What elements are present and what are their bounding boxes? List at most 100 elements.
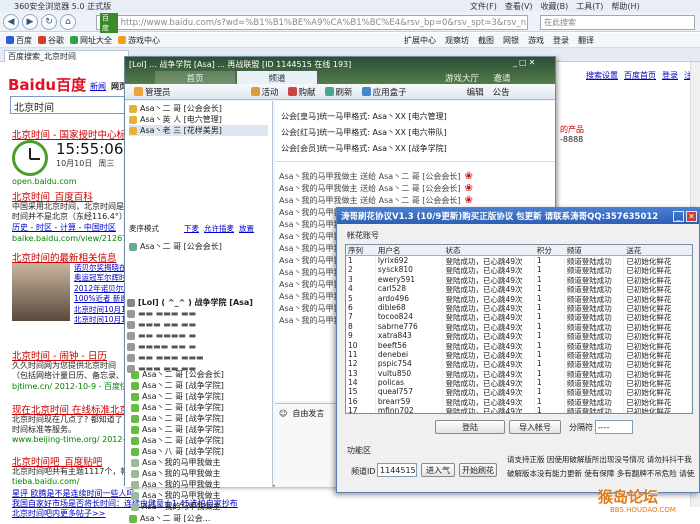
- refresh-button[interactable]: 刷新: [324, 86, 353, 98]
- refresh-icon[interactable]: ↻: [41, 13, 57, 30]
- tool-screenshot[interactable]: 截图: [478, 35, 494, 46]
- close-icon[interactable]: ✕: [686, 210, 697, 222]
- table-row[interactable]: 16 brearr59 登陆成功，已心跳49次 1 频道登陆成功 已初始化鲜花: [346, 396, 692, 407]
- mic-allow[interactable]: 允许插麦: [204, 223, 234, 234]
- mic-place[interactable]: 放置: [239, 223, 254, 234]
- game-lobby[interactable]: 游戏大厅: [437, 71, 487, 85]
- tool-games[interactable]: 游戏: [528, 35, 544, 46]
- mic-user[interactable]: Asa丶二 哥 [公会会长]: [129, 241, 222, 252]
- table-row[interactable]: 17 mfinn702 登陆成功，已心跳49次 1 频道登陆成功 已初始化鲜花: [346, 406, 692, 413]
- channel-item[interactable]: ▬▬ ▬▬▬▬ ▬: [127, 330, 271, 341]
- member-item[interactable]: Asa丶二 哥 [战争学院]: [131, 413, 271, 424]
- table-row[interactable]: 11 denebei 登陆成功，已心跳49次 1 频道登陆成功 已初始化鲜花: [346, 349, 692, 360]
- table-row[interactable]: 10 beeft56 登陆成功，已心跳49次 1 频道登陆成功 已初始化鲜花: [346, 340, 692, 350]
- table-row[interactable]: 12 pspic754 登陆成功，已心跳49次 1 频道登陆成功 已初始化鲜花: [346, 359, 692, 369]
- minimize-icon[interactable]: _: [513, 58, 517, 67]
- news-photo[interactable]: [12, 263, 70, 321]
- news-item[interactable]: 100%近者 新闻: [74, 294, 126, 304]
- menu-file[interactable]: 文件(F): [470, 1, 497, 12]
- tool-observe[interactable]: 观察坊: [445, 35, 469, 46]
- news-item[interactable]: 2012年诺贝尔文学: [74, 284, 126, 294]
- table-row[interactable]: 2 sysck810 登陆成功，已心跳49次 1 频道登陆成功 已初始化鲜花: [346, 265, 692, 275]
- join-button[interactable]: 进入气: [421, 463, 455, 477]
- menu-tools[interactable]: 工具(T): [576, 1, 603, 12]
- import-button[interactable]: 导入帐号: [509, 420, 561, 434]
- search-input[interactable]: 在此搜索: [540, 15, 695, 30]
- tab-baidu[interactable]: 百度搜索_北京时间: [4, 50, 129, 62]
- link-login[interactable]: 登录: [662, 70, 678, 81]
- tab-home[interactable]: 首页: [155, 71, 235, 85]
- fav-baidu[interactable]: 百度: [6, 35, 32, 46]
- result-sublinks[interactable]: 历史 - 时区 - 计算 - 中国时区: [12, 222, 124, 233]
- menu-view[interactable]: 查看(V): [505, 1, 533, 12]
- channel-item[interactable]: ▬▬ ▬▬▬ ▬▬: [127, 308, 271, 319]
- appbox-button[interactable]: 应用盒子: [361, 86, 407, 98]
- channel-id-input[interactable]: 1144515: [377, 463, 417, 477]
- news-item[interactable]: 北京时间10月11: [74, 305, 126, 315]
- table-row[interactable]: 1 lyrix692 登陆成功，已心跳49次 1 频道登陆成功 已初始化鲜花: [346, 256, 692, 266]
- table-row[interactable]: 5 ardo496 登陆成功，已心跳49次 1 频道登陆成功 已初始化鲜花: [346, 293, 692, 303]
- table-row[interactable]: 4 carl528 登陆成功，已心跳49次 1 频道登陆成功 已初始化鲜花: [346, 284, 692, 294]
- admin-item[interactable]: Asa丶英 人 [电六管理]: [129, 114, 268, 125]
- table-row[interactable]: 3 ewery591 登陆成功，已心跳49次 1 频道登陆成功 已初始化鲜花: [346, 274, 692, 285]
- member-item[interactable]: Asa丶二 哥 [公会会长]: [131, 369, 271, 380]
- admin-button[interactable]: 管理员: [134, 86, 171, 98]
- fav-hao[interactable]: 网址大全: [70, 35, 112, 46]
- start-flower-button[interactable]: 开始刷花: [459, 463, 497, 477]
- baidu-logo[interactable]: Baidu百度: [8, 74, 86, 95]
- fav-games[interactable]: 游戏中心: [118, 35, 160, 46]
- table-row[interactable]: 13 vultu850 登陆成功，已心跳49次 1 频道登陆成功 已初始化鲜花: [346, 368, 692, 379]
- address-url[interactable]: http://www.baidu.com/s?wd=%B1%B1%BE%A9%C…: [121, 18, 527, 28]
- news-item[interactable]: 北京时间10月11: [74, 315, 126, 325]
- menu-help[interactable]: 帮助(H): [611, 1, 639, 12]
- result-title[interactable]: 北京时间的最新相关信息: [12, 250, 117, 264]
- close-icon[interactable]: ✕: [529, 58, 536, 67]
- menu-favorites[interactable]: 收藏(B): [541, 1, 569, 12]
- admin-item[interactable]: Asa丶老 三 [花样美男]: [129, 125, 268, 136]
- tab-channel[interactable]: 频道: [237, 71, 317, 85]
- member-item[interactable]: Asa丶二 哥 [战争学院]: [131, 435, 271, 446]
- forward-icon[interactable]: ▶: [22, 13, 38, 30]
- bottom-user[interactable]: Asa丶二 哥 [公会...: [129, 513, 210, 524]
- baidu-query-input[interactable]: 北京时间: [10, 96, 126, 114]
- admin-item[interactable]: Asa丶二 哥 [公会会长]: [129, 103, 268, 114]
- news-item[interactable]: 奥运冠军尔辉时间: [74, 273, 126, 283]
- table-row[interactable]: 8 sabrne776 登陆成功，已心跳49次 1 频道登陆成功 已初始化鲜花: [346, 321, 692, 332]
- tool-bank[interactable]: 网银: [503, 35, 519, 46]
- member-item[interactable]: Asa丶二 哥 [战争学院]: [131, 402, 271, 413]
- link-home[interactable]: 百度首页: [624, 70, 656, 81]
- invite[interactable]: 邀请: [487, 71, 517, 85]
- address-bar[interactable]: 百度 http://www.baidu.com/s?wd=%B1%B1%BE%A…: [96, 12, 528, 33]
- table-row[interactable]: 6 dible68 登陆成功，已心跳49次 1 频道登陆成功 已初始化鲜花: [346, 302, 692, 313]
- table-row[interactable]: 9 xatra843 登陆成功，已心跳49次 1 频道登陆成功 已初始化鲜花: [346, 331, 692, 341]
- tool-translate[interactable]: 翻译: [578, 35, 594, 46]
- channel-item[interactable]: ▬▬▬▬ ▬▬ ▬: [127, 341, 271, 352]
- tool-extensions[interactable]: 扩展中心: [404, 35, 436, 46]
- tool-login[interactable]: 登录: [553, 35, 569, 46]
- edit-button[interactable]: 编辑: [467, 86, 484, 98]
- member-item[interactable]: Asa丶我的马甲我做主: [131, 468, 271, 479]
- back-icon[interactable]: ◀: [3, 13, 19, 30]
- table-row[interactable]: 7 tocoo824 登陆成功，已心跳49次 1 频道登陆成功 已初始化鲜花: [346, 312, 692, 322]
- mic-down[interactable]: 下麦: [184, 223, 199, 234]
- member-item[interactable]: Asa丶我的马甲我做主: [131, 501, 271, 512]
- channel-item[interactable]: ▬▬▬ ▬▬ ▬▬: [127, 319, 271, 330]
- maximize-icon[interactable]: □: [519, 58, 527, 67]
- table-row[interactable]: 15 queal757 登陆成功，已心跳49次 1 频道登陆成功 已初始化鲜花: [346, 387, 692, 397]
- home-icon[interactable]: ⌂: [60, 13, 76, 30]
- table-row[interactable]: 14 policas 登陆成功，已心跳49次 1 频道登陆成功 已初始化鲜花: [346, 378, 692, 388]
- split-input[interactable]: ----: [595, 420, 633, 434]
- donate-button[interactable]: 购献: [287, 86, 316, 98]
- nav-news[interactable]: 新闻: [90, 81, 106, 92]
- member-item[interactable]: Asa丶二 哥 [战争学院]: [131, 391, 271, 402]
- member-item[interactable]: Asa丶我的马甲我做主: [131, 479, 271, 490]
- minimize-icon[interactable]: _: [673, 210, 684, 222]
- activity-button[interactable]: 活动: [250, 86, 279, 98]
- member-item[interactable]: Asa丶我的马甲我做主: [131, 457, 271, 468]
- result-title[interactable]: 北京时间 - 国家授时中心标准时间: [12, 127, 124, 141]
- link-settings[interactable]: 搜索设置: [586, 70, 618, 81]
- channel-root[interactable]: [Lol] ( ^_^ ) 战争学院 [Asa]: [127, 297, 271, 308]
- input-mode[interactable]: 自由发言: [292, 408, 324, 419]
- member-item[interactable]: Asa丶二 哥 [战争学院]: [131, 380, 271, 391]
- news-item[interactable]: 诺贝尔奖揭晓在即: [74, 263, 126, 273]
